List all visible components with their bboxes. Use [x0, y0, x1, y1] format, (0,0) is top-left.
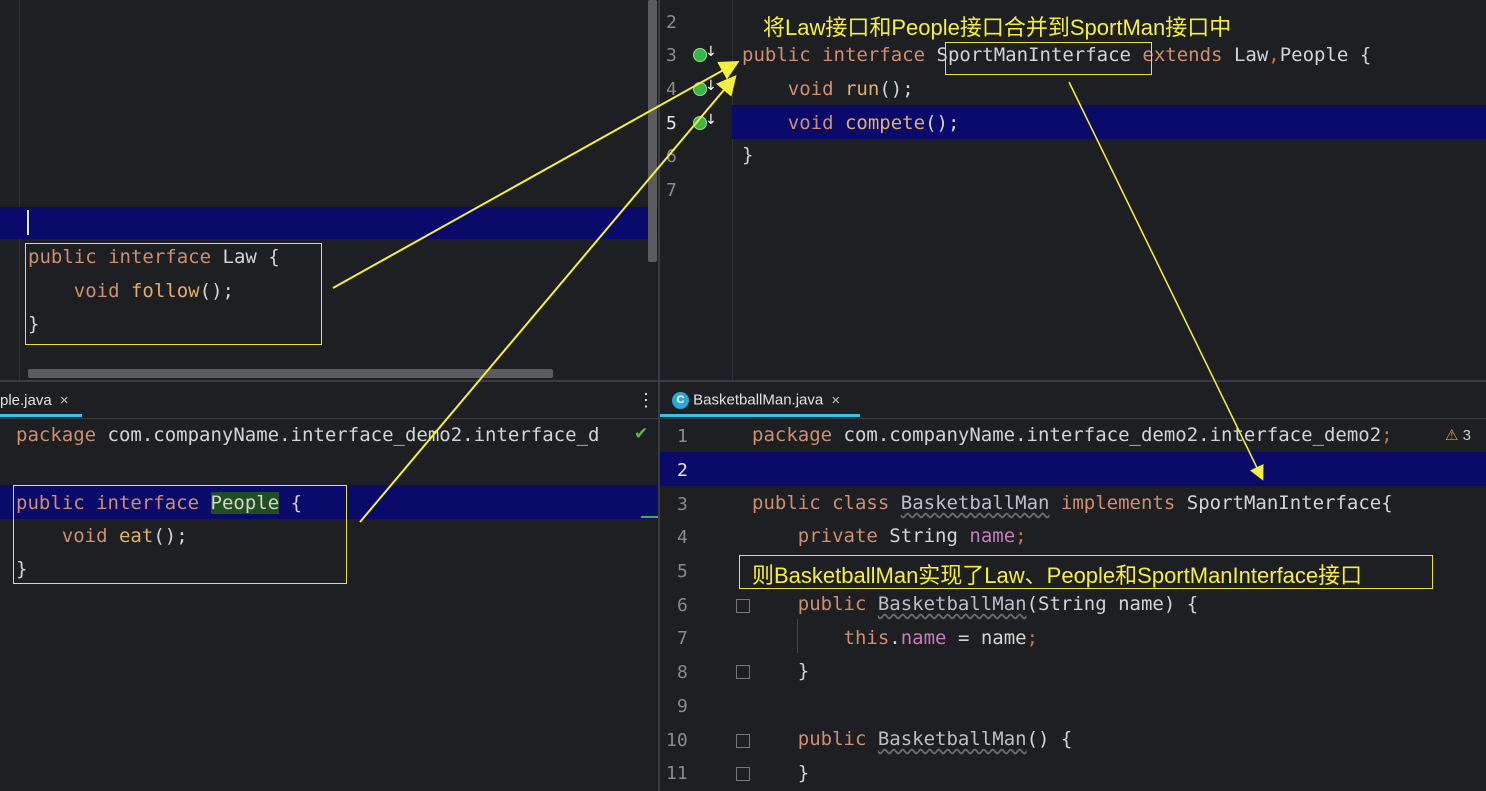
arrow-law-to-sportman — [332, 61, 740, 289]
arrow-people-to-sportman — [359, 74, 737, 523]
annotation-arrows — [332, 61, 1264, 523]
arrow-sportman-to-basketball — [1068, 81, 1264, 481]
